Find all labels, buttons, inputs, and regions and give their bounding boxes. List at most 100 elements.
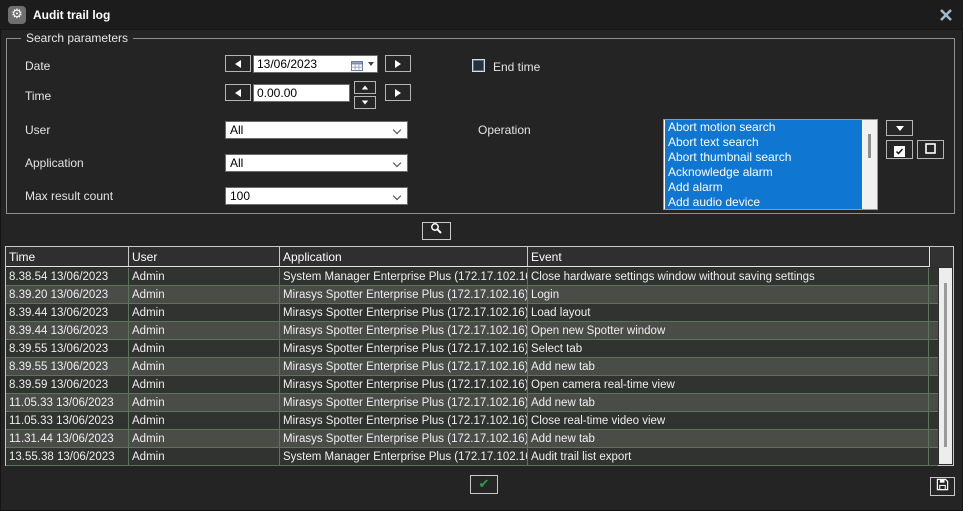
confirm-button[interactable]: ✔ — [470, 475, 498, 494]
column-header-user[interactable]: User — [129, 247, 280, 266]
date-dropdown-icon[interactable] — [368, 62, 374, 66]
column-header-event[interactable]: Event — [528, 247, 929, 266]
cell-event: Audit trail list export — [528, 448, 929, 465]
table-row[interactable]: 11.05.33 13/06/2023AdminMirasys Spotter … — [6, 394, 938, 412]
operation-listbox-scrollbar[interactable] — [863, 120, 877, 209]
close-button[interactable] — [939, 8, 953, 22]
cell-user: Admin — [129, 376, 280, 393]
cell-application: Mirasys Spotter Enterprise Plus (172.17.… — [280, 304, 528, 321]
cell-event: Load layout — [528, 304, 929, 321]
table-row[interactable]: 8.39.20 13/06/2023AdminMirasys Spotter E… — [6, 286, 938, 304]
select-all-button[interactable] — [886, 140, 913, 159]
chevron-down-icon — [393, 126, 401, 134]
cell-time: 11.31.44 13/06/2023 — [6, 430, 129, 447]
cell-application: Mirasys Spotter Enterprise Plus (172.17.… — [280, 286, 528, 303]
window-title: Audit trail log — [33, 8, 110, 22]
cell-application: Mirasys Spotter Enterprise Plus (172.17.… — [280, 430, 528, 447]
results-table-scroll-thumb[interactable] — [944, 283, 947, 447]
user-combobox-value: All — [230, 123, 243, 137]
time-input[interactable] — [253, 84, 350, 102]
date-prev-button[interactable] — [225, 55, 251, 72]
save-button[interactable] — [930, 477, 955, 496]
application-combobox[interactable]: All — [225, 154, 408, 172]
window-gear-icon: ⚙ — [8, 6, 26, 24]
cell-time: 8.39.44 13/06/2023 — [6, 322, 129, 339]
date-next-button[interactable] — [385, 55, 411, 72]
close-icon — [939, 9, 953, 26]
cell-event: Select tab — [528, 340, 929, 357]
cell-filler — [929, 322, 938, 339]
cell-filler — [929, 448, 938, 465]
calendar-icon[interactable] — [351, 58, 363, 76]
operation-list-item[interactable]: Acknowledge alarm — [665, 165, 862, 180]
table-row[interactable]: 8.39.55 13/06/2023AdminMirasys Spotter E… — [6, 358, 938, 376]
search-button[interactable] — [422, 222, 451, 240]
operation-list-item[interactable]: Abort text search — [665, 135, 862, 150]
table-row[interactable]: 13.55.38 13/06/2023AdminSystem Manager E… — [6, 448, 938, 466]
time-spin-down-button[interactable] — [354, 96, 376, 109]
cell-filler — [929, 340, 938, 357]
operation-list-item[interactable]: Add audio device — [665, 195, 862, 210]
cell-event: Add new tab — [528, 358, 929, 375]
left-triangle-icon — [235, 60, 241, 68]
group-legend: Search parameters — [21, 31, 133, 45]
results-table-scrollbar[interactable] — [939, 268, 952, 464]
down-triangle-icon — [896, 126, 904, 131]
operation-label: Operation — [478, 123, 531, 137]
table-row[interactable]: 8.39.44 13/06/2023AdminMirasys Spotter E… — [6, 304, 938, 322]
column-header-application[interactable]: Application — [280, 247, 528, 266]
table-row[interactable]: 8.39.55 13/06/2023AdminMirasys Spotter E… — [6, 340, 938, 358]
table-row[interactable]: 8.39.59 13/06/2023AdminMirasys Spotter E… — [6, 376, 938, 394]
deselect-all-button[interactable] — [917, 140, 944, 159]
audit-trail-log-window: { "titlebar": { "title": "Audit trail lo… — [0, 0, 963, 511]
operation-list-item[interactable]: Abort motion search — [665, 120, 862, 135]
operation-list-item[interactable]: Abort thumbnail search — [665, 150, 862, 165]
cell-application: Mirasys Spotter Enterprise Plus (172.17.… — [280, 412, 528, 429]
table-row[interactable]: 11.31.44 13/06/2023AdminMirasys Spotter … — [6, 430, 938, 448]
cell-filler — [929, 286, 938, 303]
operation-list-item[interactable]: Add alarm — [665, 180, 862, 195]
user-combobox[interactable]: All — [225, 121, 408, 139]
operation-items: Abort motion searchAbort text searchAbor… — [665, 120, 862, 209]
table-row[interactable]: 8.38.54 13/06/2023AdminSystem Manager En… — [6, 268, 938, 286]
cell-user: Admin — [129, 322, 280, 339]
operation-listbox: Abort motion searchAbort text searchAbor… — [663, 119, 878, 210]
cell-event: Add new tab — [528, 430, 929, 447]
cell-user: Admin — [129, 394, 280, 411]
magnifier-icon — [430, 222, 443, 240]
cell-time: 8.38.54 13/06/2023 — [6, 268, 129, 285]
titlebar: ⚙ Audit trail log — [0, 0, 963, 30]
cell-event: Login — [528, 286, 929, 303]
cell-user: Admin — [129, 340, 280, 357]
cell-time: 11.05.33 13/06/2023 — [6, 412, 129, 429]
time-field-wrap — [253, 84, 350, 102]
results-table: Time User Application Event 8.38.54 13/0… — [5, 246, 954, 466]
time-spin-up-button[interactable] — [354, 81, 376, 94]
max-result-count-combobox[interactable]: 100 — [225, 187, 408, 205]
cell-time: 8.39.59 13/06/2023 — [6, 376, 129, 393]
operation-dropdown-button[interactable] — [886, 120, 913, 136]
empty-box-icon — [925, 141, 936, 159]
chevron-down-icon — [393, 159, 401, 167]
cell-application: Mirasys Spotter Enterprise Plus (172.17.… — [280, 376, 528, 393]
table-row[interactable]: 8.39.44 13/06/2023AdminMirasys Spotter E… — [6, 322, 938, 340]
cell-application: Mirasys Spotter Enterprise Plus (172.17.… — [280, 322, 528, 339]
search-parameters-group: Search parameters Date Time User Applica… — [6, 38, 955, 214]
cell-application: Mirasys Spotter Enterprise Plus (172.17.… — [280, 358, 528, 375]
cell-event: Close hardware settings window without s… — [528, 268, 929, 285]
time-next-button[interactable] — [385, 84, 411, 101]
column-header-time[interactable]: Time — [6, 247, 129, 266]
cell-filler — [929, 430, 938, 447]
application-label: Application — [25, 156, 84, 170]
green-check-icon: ✔ — [479, 477, 490, 492]
header-filler — [931, 247, 953, 267]
up-triangle-icon — [362, 86, 368, 90]
left-triangle-icon — [235, 89, 241, 97]
date-label: Date — [25, 59, 50, 73]
user-label: User — [25, 123, 50, 137]
table-row[interactable]: 11.05.33 13/06/2023AdminMirasys Spotter … — [6, 412, 938, 430]
time-prev-button[interactable] — [225, 84, 251, 101]
cell-user: Admin — [129, 412, 280, 429]
operation-listbox-scroll-thumb[interactable] — [868, 134, 871, 158]
end-time-checkbox[interactable] — [472, 59, 485, 72]
